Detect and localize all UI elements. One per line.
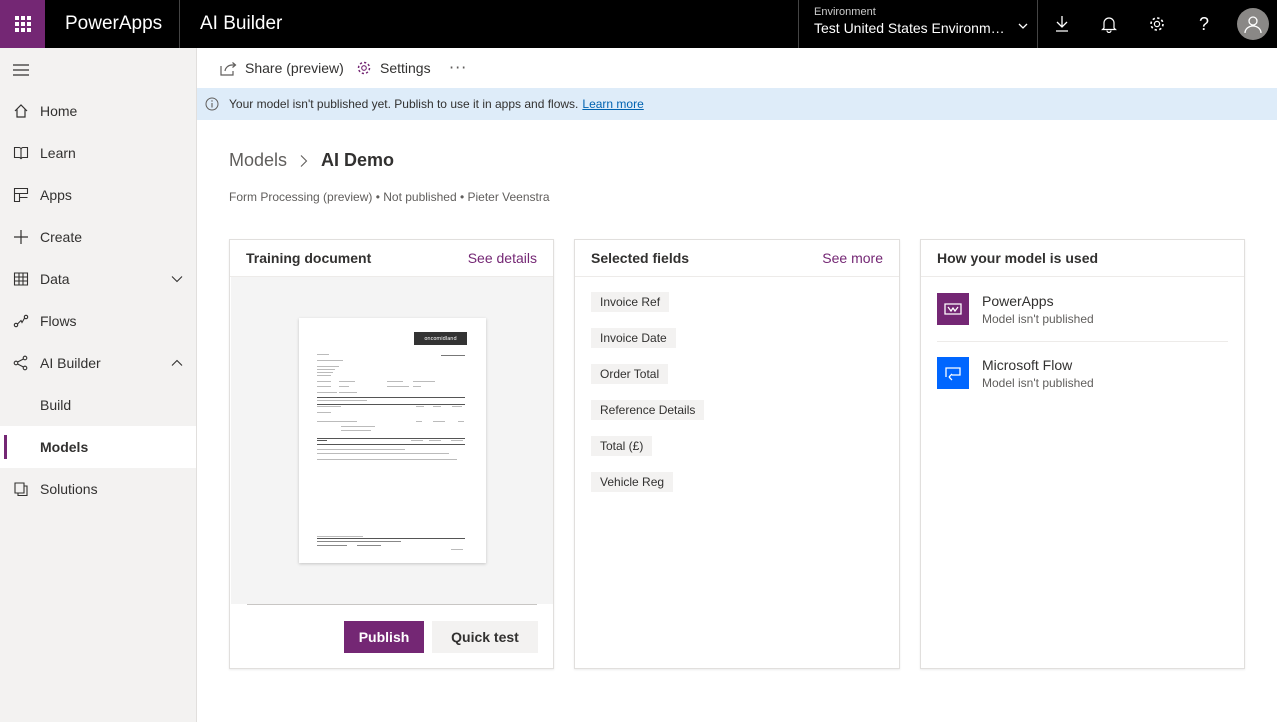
- chevron-right-icon: [299, 154, 309, 168]
- chevron-up-icon[interactable]: [170, 356, 184, 370]
- sidebar-item-flows[interactable]: Flows: [0, 300, 196, 342]
- sidebar-item-solutions[interactable]: Solutions: [0, 468, 196, 510]
- solutions-icon: [0, 481, 40, 497]
- info-message-bar: Your model isn't published yet. Publish …: [197, 88, 1277, 120]
- command-bar: Share (preview) Settings ···: [197, 48, 1277, 88]
- share-button[interactable]: Share (preview): [220, 60, 344, 76]
- field-tag: Order Total: [591, 364, 669, 384]
- model-usage-card: How your model is used PowerApps Model i…: [920, 239, 1245, 669]
- sidebar-item-ai-builder[interactable]: AI Builder: [0, 342, 196, 384]
- share-icon: [220, 61, 237, 76]
- card-title: Selected fields: [591, 250, 690, 266]
- section-name: AI Builder: [200, 13, 283, 34]
- see-details-link[interactable]: See details: [468, 250, 537, 266]
- card-title: Training document: [246, 250, 372, 266]
- book-icon: [0, 145, 40, 161]
- document-logo: oncomidland: [414, 332, 467, 345]
- sidebar-item-apps[interactable]: Apps: [0, 174, 196, 216]
- home-icon: [0, 103, 40, 119]
- sidebar-item-home[interactable]: Home: [0, 90, 196, 132]
- avatar-icon[interactable]: [1237, 8, 1269, 40]
- info-icon: [205, 97, 219, 111]
- field-tag: Total (£): [591, 436, 653, 456]
- settings-button[interactable]: Settings: [356, 60, 431, 76]
- sidebar-item-build[interactable]: Build: [0, 384, 196, 426]
- usage-status: Model isn't published: [982, 376, 1094, 390]
- gear-icon[interactable]: [1145, 12, 1169, 36]
- sidebar-item-label: Home: [40, 103, 78, 119]
- field-tag: Invoice Date: [591, 328, 676, 348]
- sidebar-item-label: Solutions: [40, 481, 98, 497]
- table-icon: [0, 271, 40, 287]
- help-icon[interactable]: ?: [1192, 12, 1216, 36]
- document-preview-area: oncomidland: [231, 277, 553, 604]
- flow-icon: [0, 313, 40, 329]
- app-name[interactable]: PowerApps: [65, 13, 162, 35]
- sidebar-item-models[interactable]: Models: [0, 426, 196, 468]
- usage-item-microsoft-flow[interactable]: Microsoft Flow Model isn't published: [937, 349, 1229, 413]
- breadcrumb-models[interactable]: Models: [229, 150, 287, 171]
- publish-button[interactable]: Publish: [344, 621, 424, 653]
- card-title: How your model is used: [937, 250, 1099, 266]
- sidebar-item-learn[interactable]: Learn: [0, 132, 196, 174]
- chevron-down-icon[interactable]: [170, 272, 184, 286]
- document-thumbnail[interactable]: oncomidland: [299, 318, 486, 563]
- usage-name: PowerApps: [982, 293, 1054, 309]
- sidebar-item-data[interactable]: Data: [0, 258, 196, 300]
- bell-icon[interactable]: [1097, 12, 1121, 36]
- sidebar: Home Learn Apps Create Data Flows AI Bui…: [0, 48, 197, 722]
- more-options-button[interactable]: ···: [449, 58, 467, 77]
- environment-picker[interactable]: Environment Test United States Environme…: [814, 6, 1029, 36]
- model-subtitle: Form Processing (preview) • Not publishe…: [229, 190, 550, 204]
- training-document-card: Training document See details oncomidlan…: [229, 239, 554, 669]
- waffle-icon[interactable]: [0, 0, 45, 48]
- powerapps-icon: [937, 293, 969, 325]
- share-label: Share (preview): [245, 60, 344, 76]
- environment-label: Environment: [814, 6, 876, 18]
- selected-fields-card: Selected fields See more Invoice Ref Inv…: [574, 239, 900, 669]
- usage-item-powerapps[interactable]: PowerApps Model isn't published: [937, 285, 1229, 349]
- gear-icon: [357, 61, 371, 75]
- sidebar-item-label: Create: [40, 229, 83, 245]
- page-title: AI Demo: [321, 150, 395, 170]
- usage-status: Model isn't published: [982, 312, 1094, 326]
- field-tag: Vehicle Reg: [591, 472, 674, 492]
- chevron-down-icon: [1018, 23, 1028, 29]
- see-more-link[interactable]: See more: [822, 250, 883, 266]
- ai-builder-icon: [0, 355, 40, 371]
- top-bar: PowerApps AI Builder Environment Test Un…: [0, 0, 1277, 48]
- flow-logo-icon: [937, 357, 969, 389]
- sidebar-item-label: Learn: [40, 145, 76, 161]
- sidebar-item-label: Flows: [40, 313, 77, 329]
- field-tag: Invoice Ref: [591, 292, 670, 312]
- plus-icon: [0, 229, 40, 245]
- sidebar-item-create[interactable]: Create: [0, 216, 196, 258]
- breadcrumb: Models AI Demo: [229, 150, 394, 171]
- info-message: Your model isn't published yet. Publish …: [229, 97, 579, 111]
- environment-value: Test United States Environme...: [814, 20, 1006, 36]
- field-tag: Reference Details: [591, 400, 705, 420]
- settings-label: Settings: [380, 60, 431, 76]
- sidebar-item-label: Models: [40, 439, 89, 455]
- usage-name: Microsoft Flow: [982, 357, 1073, 373]
- sidebar-item-label: Apps: [40, 187, 72, 203]
- learn-more-link[interactable]: Learn more: [582, 97, 643, 111]
- hamburger-icon[interactable]: [12, 62, 30, 81]
- apps-icon: [0, 187, 40, 203]
- sidebar-item-label: Build: [40, 397, 72, 413]
- download-icon[interactable]: [1050, 12, 1074, 36]
- quick-test-button[interactable]: Quick test: [432, 621, 538, 653]
